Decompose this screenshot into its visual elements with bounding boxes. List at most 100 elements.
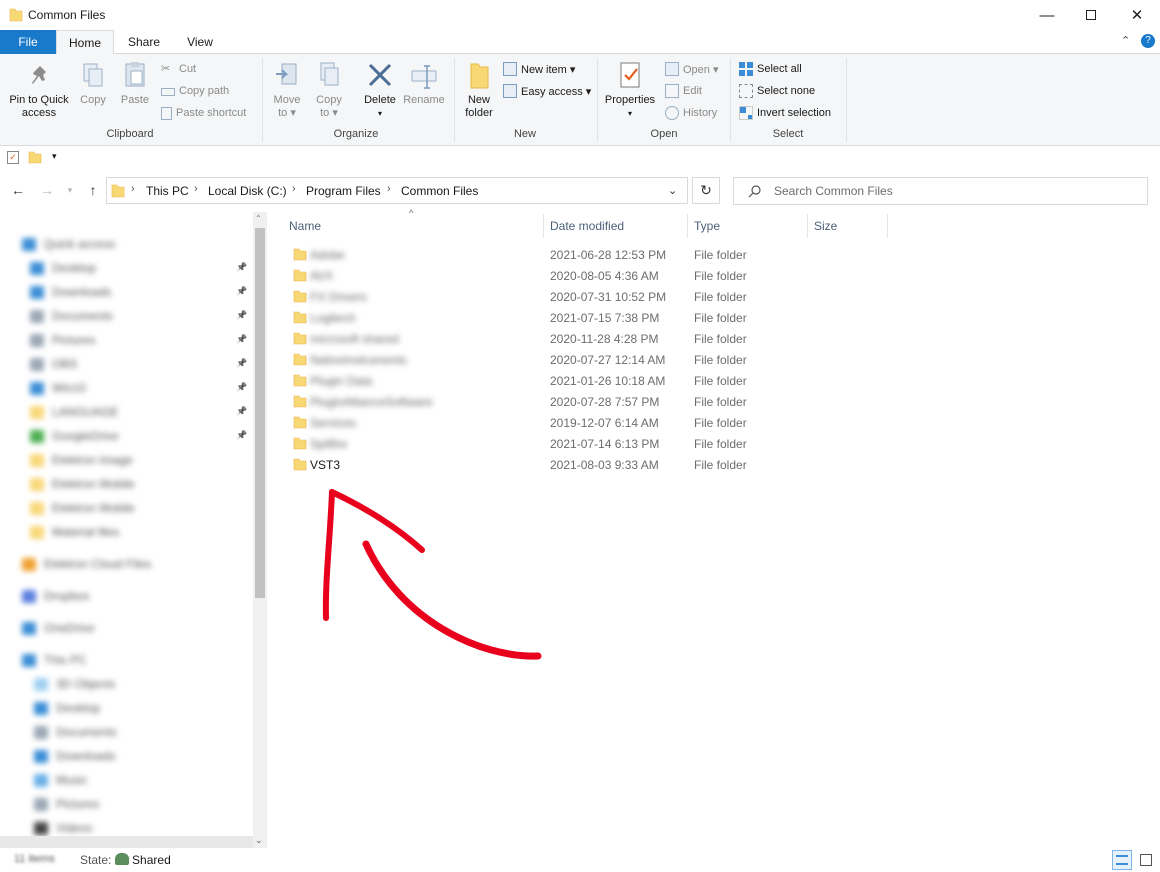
nav-item[interactable]: Elektron Cloud Files: [22, 554, 151, 574]
nav-item[interactable]: Desktop: [34, 698, 100, 718]
breadcrumb-chevron-icon[interactable]: ›: [131, 183, 135, 195]
collapse-ribbon-icon[interactable]: ⌃: [1121, 34, 1130, 47]
pin-icon[interactable]: 📌: [236, 430, 247, 442]
minimize-button[interactable]: —: [1024, 0, 1070, 30]
column-header-date[interactable]: Date modified: [550, 214, 624, 238]
pin-icon[interactable]: 📌: [236, 334, 247, 346]
properties-qat-icon[interactable]: ✓: [7, 151, 19, 164]
move-to-button[interactable]: Move to ▾: [270, 60, 304, 120]
pin-icon[interactable]: 📌: [236, 262, 247, 274]
nav-item[interactable]: Videos: [34, 818, 92, 838]
tab-home[interactable]: Home: [56, 30, 114, 55]
new-folder-qat-icon[interactable]: [28, 150, 42, 164]
file-row[interactable]: microsoft shared 2020-11-28 4:28 PM File f…: [283, 328, 883, 349]
column-divider[interactable]: [687, 214, 688, 238]
nav-item[interactable]: Documents: [30, 306, 113, 326]
nav-item[interactable]: OBS: [30, 354, 77, 374]
pin-icon[interactable]: 📌: [236, 358, 247, 370]
breadcrumb-program-files[interactable]: Program Files: [306, 184, 381, 198]
history-button[interactable]: History: [665, 103, 717, 123]
file-row[interactable]: Plugin Data 2021-01-26 10:18 AM File folde…: [283, 370, 883, 391]
forward-button[interactable]: →: [36, 178, 58, 202]
customize-qat-icon[interactable]: ▾: [52, 151, 57, 162]
nav-item[interactable]: Music: [34, 770, 87, 790]
column-divider[interactable]: [543, 214, 544, 238]
nav-item[interactable]: Dropbox: [22, 586, 89, 606]
file-row[interactable]: NativeInstruments 2020-07-27 12:14 AM File…: [283, 349, 883, 370]
nav-pane-horizontal-scrollbar[interactable]: [0, 836, 253, 848]
select-none-button[interactable]: Select none: [739, 81, 815, 101]
select-all-button[interactable]: Select all: [739, 59, 802, 79]
delete-button[interactable]: Delete ▾: [360, 60, 400, 120]
refresh-button[interactable]: ↻: [692, 177, 720, 204]
nav-item[interactable]: Elektron Mobile: [30, 474, 135, 494]
back-button[interactable]: ←: [7, 178, 29, 202]
maximize-button[interactable]: [1068, 0, 1114, 30]
invert-selection-button[interactable]: Invert selection: [739, 103, 831, 123]
nav-item[interactable]: Quick access: [22, 234, 115, 254]
search-placeholder[interactable]: Search Common Files: [774, 184, 893, 198]
column-header-type[interactable]: Type: [694, 214, 720, 238]
nav-item[interactable]: OneDrive: [22, 618, 95, 638]
breadcrumb-this-pc[interactable]: This PC: [146, 184, 189, 198]
scrollbar-thumb[interactable]: [255, 228, 265, 598]
pin-icon[interactable]: 📌: [236, 382, 247, 394]
nav-item[interactable]: Pictures: [30, 330, 95, 350]
recent-locations-button[interactable]: ▾: [62, 178, 78, 202]
column-header-size[interactable]: Size: [814, 214, 837, 238]
scroll-up-icon[interactable]: ⌃: [255, 214, 262, 223]
tab-view[interactable]: View: [174, 30, 226, 54]
help-icon[interactable]: ?: [1141, 34, 1155, 48]
copy-path-button[interactable]: Copy path: [161, 81, 229, 101]
nav-item[interactable]: GoogleDrive: [30, 426, 119, 446]
nav-item[interactable]: Downloads: [34, 746, 115, 766]
tab-share[interactable]: Share: [118, 30, 170, 54]
address-dropdown-icon[interactable]: ⌄: [668, 184, 677, 197]
nav-item[interactable]: This PC: [22, 650, 87, 670]
file-row[interactable]: PluginAllianceSoftware 2020-07-28 7:57 PM…: [283, 391, 883, 412]
paste-shortcut-button[interactable]: Paste shortcut: [161, 103, 246, 123]
nav-item[interactable]: Documents: [34, 722, 117, 742]
new-item-button[interactable]: New item ▾: [503, 59, 575, 79]
column-divider[interactable]: [887, 214, 888, 238]
tab-file[interactable]: File: [0, 30, 56, 54]
nav-item[interactable]: Elektron Mobile: [30, 498, 135, 518]
nav-item[interactable]: Material files: [30, 522, 119, 542]
nav-item[interactable]: Desktop: [30, 258, 96, 278]
file-row[interactable]: Adobe 2021-06-28 12:53 PM File folder: [283, 244, 883, 265]
large-icons-view-button[interactable]: [1136, 850, 1156, 870]
file-row[interactable]: Logitech 2021-07-15 7:38 PM File folder: [283, 307, 883, 328]
scroll-down-icon[interactable]: ⌄: [255, 835, 263, 846]
nav-item[interactable]: 3D Objects: [34, 674, 115, 694]
nav-item[interactable]: LANGUAGE: [30, 402, 119, 422]
nav-item[interactable]: Pictures: [34, 794, 99, 814]
breadcrumb-chevron-icon[interactable]: ›: [387, 183, 391, 195]
column-header-name[interactable]: Name: [289, 214, 321, 238]
up-button[interactable]: ↑: [82, 178, 104, 202]
nav-item[interactable]: Downloads: [30, 282, 111, 302]
breadcrumb-local-disk[interactable]: Local Disk (C:): [208, 184, 287, 198]
nav-item[interactable]: Elektron Image: [30, 450, 133, 470]
paste-button[interactable]: Paste: [118, 60, 152, 107]
edit-button[interactable]: Edit: [665, 81, 702, 101]
details-view-button[interactable]: [1112, 850, 1132, 870]
file-row[interactable]: AVX 2020-08-05 4:36 AM File folder: [283, 265, 883, 286]
new-folder-button[interactable]: New folder: [459, 60, 499, 120]
breadcrumb-chevron-icon[interactable]: ›: [292, 183, 296, 195]
breadcrumb-chevron-icon[interactable]: ›: [194, 183, 198, 195]
pin-icon[interactable]: 📌: [236, 406, 247, 418]
breadcrumb-common-files[interactable]: Common Files: [401, 184, 478, 198]
copy-to-button[interactable]: Copy to ▾: [312, 60, 346, 120]
cut-button[interactable]: ✂ Cut: [161, 59, 196, 79]
easy-access-button[interactable]: Easy access ▾: [503, 81, 591, 101]
rename-button[interactable]: Rename: [402, 60, 446, 107]
file-row[interactable]: FX Drivers 2020-07-31 10:52 PM File folder: [283, 286, 883, 307]
nav-item[interactable]: Win10: [30, 378, 86, 398]
open-button[interactable]: Open ▾: [665, 59, 719, 79]
close-button[interactable]: ✕: [1114, 0, 1160, 30]
column-divider[interactable]: [807, 214, 808, 238]
file-row[interactable]: VST3 2021-08-03 9:33 AM File folder: [283, 454, 883, 475]
file-row[interactable]: Spitfire 2021-07-14 6:13 PM File folder: [283, 433, 883, 454]
properties-button[interactable]: Properties ▾: [602, 60, 658, 120]
pin-icon[interactable]: 📌: [236, 286, 247, 298]
